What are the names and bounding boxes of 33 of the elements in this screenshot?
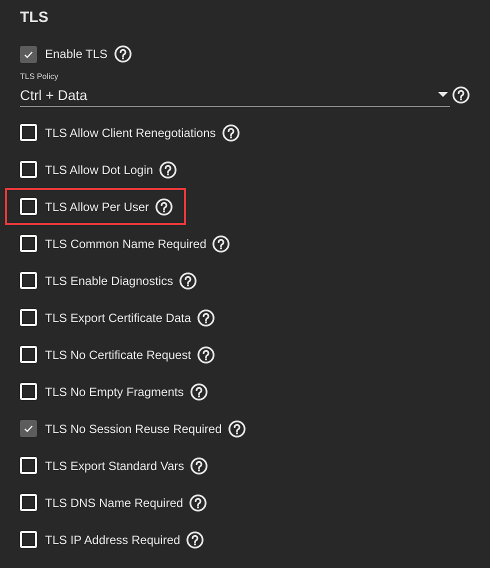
help-icon[interactable] (228, 420, 246, 438)
help-icon[interactable] (452, 86, 470, 104)
help-icon[interactable] (159, 160, 178, 178)
checkbox[interactable] (20, 46, 37, 62)
checkbox-label[interactable]: Enable TLS (45, 47, 108, 61)
checkbox-label[interactable]: TLS No Session Reuse Required (45, 422, 222, 436)
caret-icon (438, 92, 448, 97)
checkbox-label[interactable]: TLS Export Standard Vars (45, 458, 184, 472)
help-icon[interactable] (190, 382, 208, 400)
help-icon[interactable] (212, 234, 230, 252)
checkbox-label[interactable]: TLS Enable Diagnostics (45, 274, 174, 288)
checkbox-label[interactable]: TLS Allow Client Renegotiations (45, 126, 216, 140)
help-icon[interactable] (155, 198, 174, 216)
help-icon[interactable] (179, 272, 198, 290)
help-icon[interactable] (190, 456, 208, 474)
checkbox-label[interactable]: TLS Common Name Required (45, 236, 206, 250)
help-icon[interactable] (114, 45, 132, 63)
checkbox-label[interactable]: TLS DNS Name Required (45, 496, 184, 510)
checkbox-label[interactable]: TLS Allow Per User (45, 200, 150, 214)
checkbox-label[interactable]: TLS No Certificate Request (45, 348, 192, 362)
help-icon[interactable] (186, 530, 204, 548)
field-label: TLS Policy (20, 71, 60, 83)
checkbox-label[interactable]: TLS No Empty Fragments (45, 384, 184, 398)
policy-select[interactable]: Ctrl + Data (20, 83, 450, 107)
checkbox-label[interactable]: TLS Allow Dot Login (45, 162, 154, 176)
help-icon[interactable] (222, 124, 240, 142)
section-title: TLS (20, 8, 50, 28)
help-icon[interactable] (197, 346, 216, 364)
checkbox-label[interactable]: TLS IP Address Required (45, 532, 180, 546)
checkbox[interactable] (20, 420, 37, 437)
help-icon[interactable] (197, 308, 216, 326)
help-icon[interactable] (189, 494, 208, 512)
checkbox-label[interactable]: TLS Export Certificate Data (45, 310, 192, 324)
